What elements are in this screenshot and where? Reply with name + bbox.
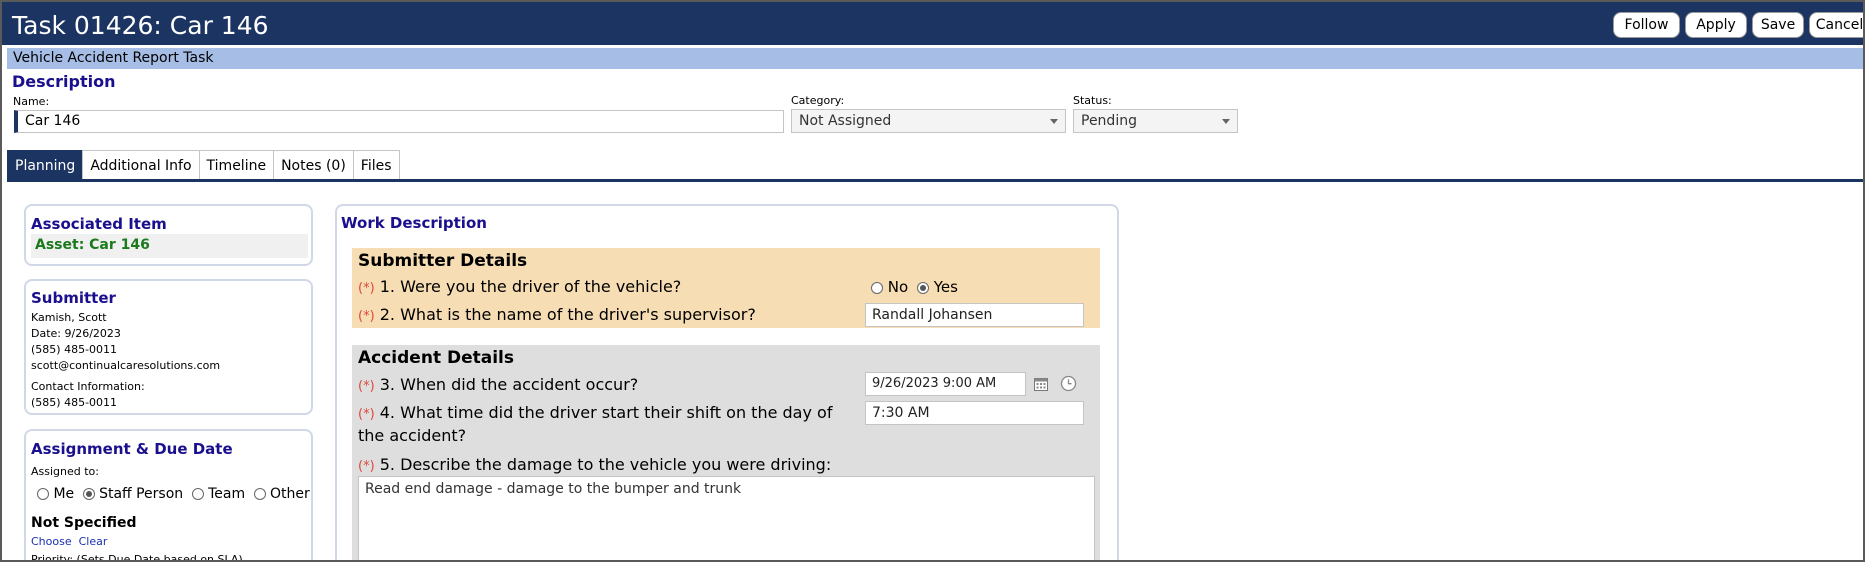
clock-icon[interactable] (1060, 375, 1077, 396)
option-yes-label: Yes (933, 278, 958, 296)
submitter-details-heading: Submitter Details (358, 251, 528, 271)
page-title: Task 01426: Car 146 (12, 11, 269, 40)
tab-additional-info[interactable]: Additional Info (82, 150, 200, 180)
assignment-heading: Assignment & Due Date (31, 440, 233, 458)
tab-underline (7, 179, 1863, 182)
name-label: Name: (13, 95, 50, 108)
question-5: (*) 5. Describe the damage to the vehicl… (358, 454, 831, 477)
status-value: Pending (1081, 113, 1137, 129)
required-marker: (*) (358, 379, 375, 394)
required-marker: (*) (358, 459, 375, 474)
option-staff-person-label: Staff Person (99, 486, 184, 502)
save-button[interactable]: Save (1752, 12, 1804, 38)
question-3: (*) 3. When did the accident occur? (358, 374, 638, 397)
assignee-name: Not Specified (31, 515, 137, 531)
radio-team[interactable] (191, 488, 204, 500)
radio-me[interactable] (37, 488, 49, 500)
cancel-button[interactable]: Cancel (1809, 12, 1863, 38)
task-window: Task 01426: Car 146 Follow Apply Save Ca… (0, 0, 1865, 562)
required-marker: (*) (358, 309, 375, 324)
option-no-label: No (887, 278, 909, 296)
tab-planning[interactable]: Planning (7, 150, 84, 180)
clear-link[interactable]: Clear (79, 535, 108, 548)
submitter-email: scott@continualcaresolutions.com (31, 359, 221, 372)
follow-button[interactable]: Follow (1613, 12, 1680, 38)
associated-item-heading: Associated Item (31, 215, 167, 233)
task-type-bar: Vehicle Accident Report Task (7, 48, 1863, 69)
radio-yes[interactable] (916, 281, 929, 294)
question-1-text: 1. Were you the driver of the vehicle? (379, 277, 682, 296)
assignee-links: Choose Clear (31, 535, 107, 548)
required-marker: (*) (358, 281, 375, 296)
question-3-text: 3. When did the accident occur? (379, 375, 639, 394)
question-5-text: 5. Describe the damage to the vehicle yo… (379, 455, 832, 474)
submitter-heading: Submitter (31, 289, 116, 307)
assigned-to-options: Me Staff Person Team Other (37, 486, 310, 502)
assignment-card: Assignment & Due Date Assigned to: Me St… (24, 429, 313, 562)
damage-description-textarea[interactable]: Read end damage - damage to the bumper a… (358, 476, 1095, 560)
question-1: (*) 1. Were you the driver of the vehicl… (358, 276, 681, 299)
submitter-name: Kamish, Scott (31, 311, 107, 324)
description-heading: Description (12, 72, 116, 91)
radio-no[interactable] (871, 281, 883, 294)
question-2: (*) 2. What is the name of the driver's … (358, 304, 756, 327)
option-team-label: Team (208, 486, 246, 502)
tab-notes[interactable]: Notes (0) (273, 150, 354, 180)
chevron-down-icon (1222, 119, 1230, 124)
tab-bar: Planning Additional Info Timeline Notes … (7, 150, 400, 180)
accident-details-heading: Accident Details (358, 348, 514, 368)
title-bar: Task 01426: Car 146 Follow Apply Save Ca… (2, 2, 1863, 45)
work-description-heading: Work Description (341, 214, 487, 232)
tab-files[interactable]: Files (352, 150, 400, 180)
apply-button[interactable]: Apply (1685, 12, 1747, 38)
priority-label: Priority: (Sets Due Date based on SLA) (31, 553, 243, 562)
assigned-to-label: Assigned to: (31, 465, 99, 478)
contact-info-label: Contact Information: (31, 380, 145, 393)
category-value: Not Assigned (799, 113, 892, 129)
submitter-phone: (585) 485-0011 (31, 343, 118, 356)
submitter-date: Date: 9/26/2023 (31, 327, 121, 340)
status-label: Status: (1073, 94, 1112, 107)
question-1-options: No Yes (871, 278, 958, 296)
question-4-text: 4. What time did the driver start their … (358, 403, 833, 445)
shift-start-field[interactable]: 7:30 AM (865, 401, 1084, 425)
supervisor-name-field[interactable]: Randall Johansen (865, 303, 1084, 327)
question-4: (*) 4. What time did the driver start th… (358, 402, 858, 446)
option-me-label: Me (53, 486, 75, 502)
submitter-card: Submitter Kamish, Scott Date: 9/26/2023 … (24, 279, 313, 415)
radio-other[interactable] (253, 488, 266, 500)
required-marker: (*) (358, 407, 375, 422)
calendar-icon[interactable] (1033, 376, 1049, 396)
category-label: Category: (791, 94, 845, 107)
chevron-down-icon (1050, 119, 1058, 124)
associated-item-card: Associated Item Asset: Car 146 (24, 204, 313, 266)
radio-staff-person[interactable] (82, 488, 95, 500)
tab-timeline[interactable]: Timeline (198, 150, 275, 180)
category-select[interactable]: Not Assigned (791, 109, 1066, 133)
choose-link[interactable]: Choose (31, 535, 72, 548)
option-other-label: Other (270, 486, 310, 502)
accident-datetime-field[interactable]: 9/26/2023 9:00 AM (865, 372, 1026, 396)
contact-info-value: (585) 485-0011 (31, 396, 118, 409)
question-2-text: 2. What is the name of the driver's supe… (379, 305, 756, 324)
name-field[interactable]: Car 146 (14, 110, 784, 133)
status-select[interactable]: Pending (1073, 109, 1238, 133)
associated-asset-link[interactable]: Asset: Car 146 (35, 237, 150, 253)
